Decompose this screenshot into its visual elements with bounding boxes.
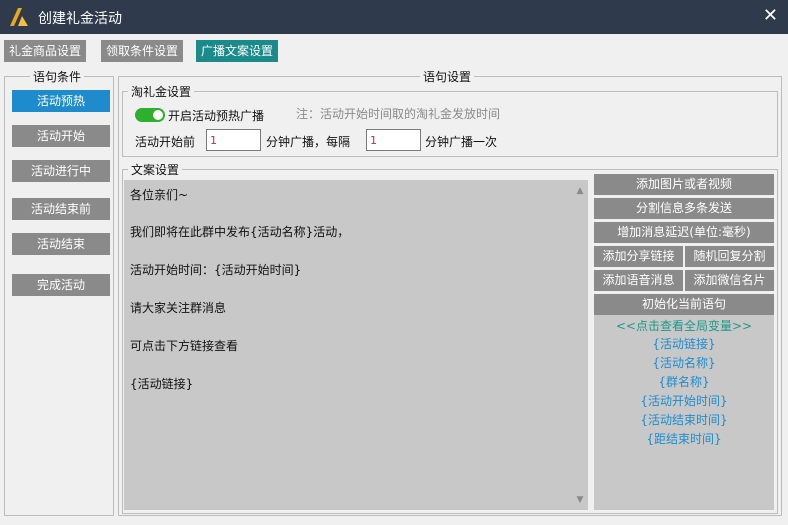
random-reply-split-button[interactable]: 随机回复分割 (685, 246, 774, 267)
add-delay-button[interactable]: 增加消息延迟(单位:毫秒) (594, 222, 774, 243)
title-bar: 创建礼金活动 ✕ (0, 0, 788, 34)
before-start-minutes-input[interactable] (206, 129, 261, 151)
broadcast-interval-label: 分钟广播，每隔 (266, 135, 351, 149)
add-voice-message-button[interactable]: 添加语音消息 (594, 270, 683, 291)
add-wechat-card-button[interactable]: 添加微信名片 (685, 270, 774, 291)
sidebar-item-preheat[interactable]: 活动预热 (12, 90, 110, 112)
tab-gift-product-settings[interactable]: 礼金商品设置 (4, 40, 87, 62)
copy-line: 我们即将在此群中发布{活动名称}活动， (130, 225, 350, 239)
variable-item[interactable]: {群名称} (594, 373, 774, 390)
scroll-down-icon[interactable]: ▼ (575, 495, 585, 505)
variable-item[interactable]: {活动开始时间} (594, 392, 774, 409)
add-media-button[interactable]: 添加图片或者视频 (594, 174, 774, 195)
tab-bar: 礼金商品设置 领取条件设置 广播文案设置 (0, 34, 788, 66)
copy-text-editor[interactable]: 各位亲们~ 我们即将在此群中发布{活动名称}活动， 活动开始时间：{活动开始时间… (124, 180, 588, 510)
sidebar-item-in-progress[interactable]: 活动进行中 (12, 160, 110, 182)
broadcast-once-label: 分钟广播一次 (425, 135, 498, 149)
split-send-button[interactable]: 分割信息多条发送 (594, 198, 774, 219)
copy-line: 各位亲们~ (130, 188, 189, 202)
variable-item[interactable]: {活动结束时间} (594, 411, 774, 428)
copy-line: {活动链接} (130, 377, 194, 391)
sentence-condition-title: 语句条件 (30, 68, 85, 85)
sidebar-item-start[interactable]: 活动开始 (12, 125, 110, 147)
copy-line: 请大家关注群消息 (130, 301, 227, 315)
view-global-variables-link[interactable]: <<点击查看全局变量>> (594, 317, 774, 334)
variable-item[interactable]: {活动链接} (594, 335, 774, 352)
before-start-label: 活动开始前 (135, 135, 196, 149)
preheat-broadcast-toggle[interactable] (135, 108, 165, 122)
sidebar-item-complete[interactable]: 完成活动 (12, 274, 110, 296)
interval-minutes-input[interactable] (366, 129, 421, 151)
copy-line: 活动开始时间：{活动开始时间} (130, 263, 302, 277)
preheat-broadcast-label: 开启活动预热广播 (168, 109, 265, 123)
window-title: 创建礼金活动 (38, 11, 122, 27)
variable-item[interactable]: {距结束时间} (594, 430, 774, 447)
taolijin-settings-title: 淘礼金设置 (128, 83, 195, 100)
copy-line: 可点击下方链接查看 (130, 339, 239, 353)
scroll-up-icon[interactable]: ▲ (575, 186, 585, 196)
add-share-link-button[interactable]: 添加分享链接 (594, 246, 683, 267)
sentence-settings-title: 语句设置 (420, 68, 475, 85)
sidebar-item-end[interactable]: 活动结束 (12, 233, 110, 255)
sidebar-item-before-end[interactable]: 活动结束前 (12, 198, 110, 220)
close-icon[interactable]: ✕ (763, 5, 778, 26)
toggle-knob (153, 110, 163, 120)
tab-broadcast-copy-settings[interactable]: 广播文案设置 (196, 40, 279, 62)
app-logo-icon (10, 8, 28, 26)
global-variables-panel: <<点击查看全局变量>> {活动链接} {活动名称} {群名称} {活动开始时间… (594, 315, 774, 510)
variable-item[interactable]: {活动名称} (594, 354, 774, 371)
copy-settings-title: 文案设置 (128, 161, 183, 178)
init-sentence-button[interactable]: 初始化当前语句 (594, 294, 774, 315)
start-time-note: 注：活动开始时间取的淘礼金发放时间 (296, 107, 501, 121)
tab-claim-condition-settings[interactable]: 领取条件设置 (101, 40, 184, 62)
